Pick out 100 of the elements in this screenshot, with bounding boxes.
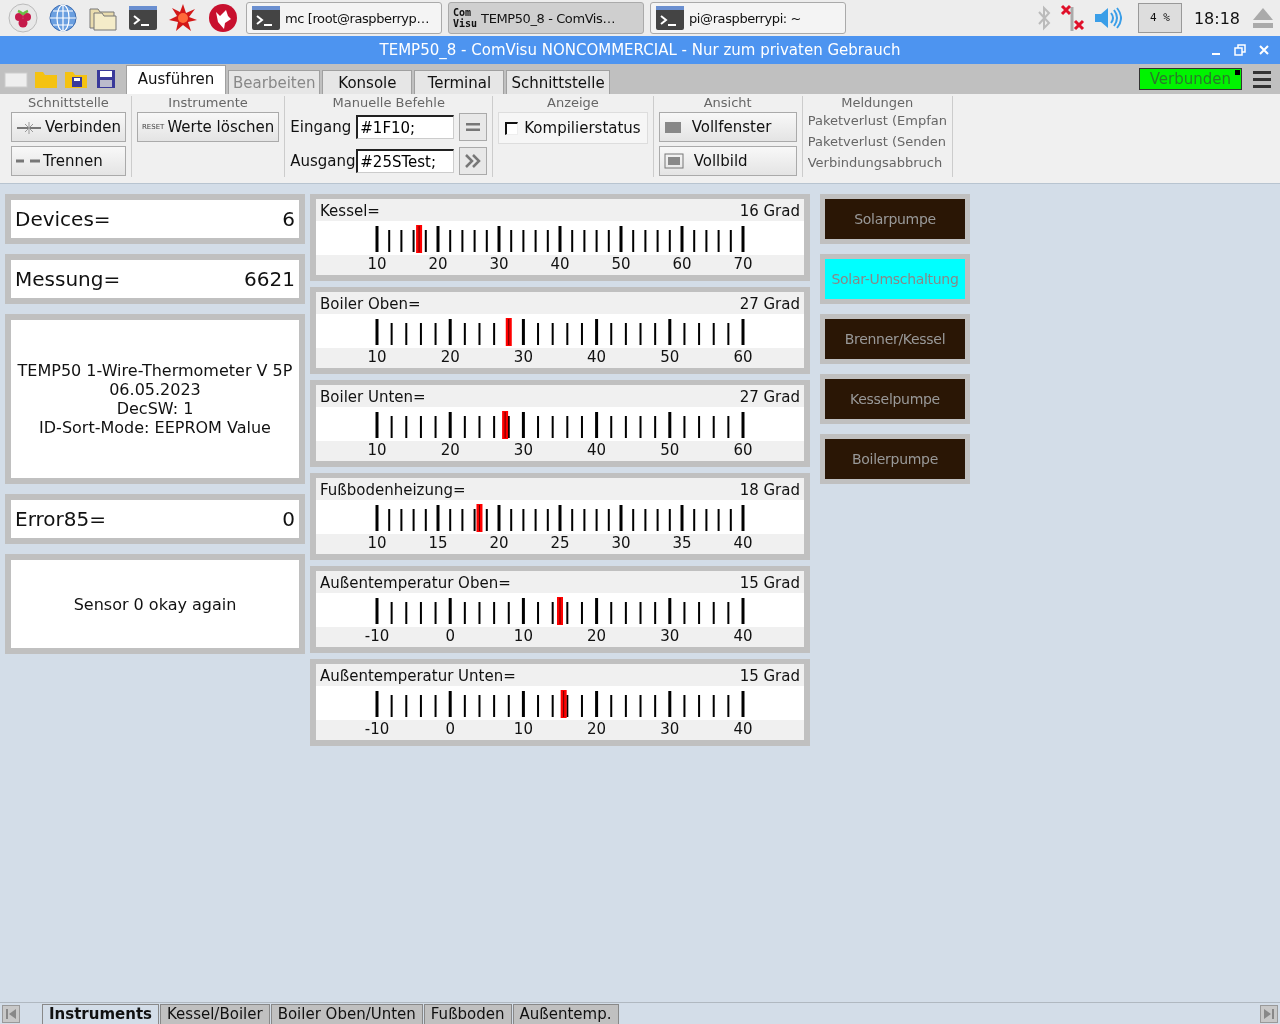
group-title: Manuelle Befehle <box>332 96 445 110</box>
info-text: 06.05.2023 <box>109 380 201 399</box>
panel-label: Devices= <box>15 207 111 231</box>
scale-label: 20 <box>587 627 607 645</box>
connection-status: Verbunden <box>1138 68 1242 90</box>
scale-label: 30 <box>513 348 533 366</box>
scale-label: 10 <box>367 534 387 552</box>
sheet-tab[interactable]: Boiler Oben/Unten <box>270 1004 423 1024</box>
eject-icon[interactable] <box>1252 6 1274 30</box>
ribbon-button[interactable]: Vollbild <box>658 146 797 176</box>
scale-label: 40 <box>733 534 753 552</box>
starburst-icon[interactable] <box>168 3 198 33</box>
scroll-right-icon[interactable] <box>1260 1004 1278 1023</box>
message-item: Verbindungsabbruch <box>807 154 944 172</box>
scale-label: 10 <box>367 348 387 366</box>
sheet-tab[interactable]: Fußboden <box>423 1004 512 1024</box>
gauge-reading: 15 Grad <box>739 574 800 592</box>
send-button[interactable] <box>459 147 488 175</box>
connect-icon <box>16 120 42 134</box>
scale-label: 35 <box>672 534 692 552</box>
panel-label: Messung= <box>15 267 121 291</box>
scale-label: 40 <box>587 348 607 366</box>
ribbon-button[interactable]: Vollfenster <box>658 112 797 142</box>
scale-label: 10 <box>513 720 533 738</box>
info-text: TEMP50 1-Wire-Thermometer V 5P <box>17 361 293 380</box>
gauge-name: Außentemperatur Unten= <box>320 667 516 685</box>
restore-icon[interactable] <box>1234 44 1246 56</box>
sheet-tab[interactable]: Außentemp. <box>512 1004 619 1024</box>
scale-label: 30 <box>660 720 680 738</box>
disconnect-icon <box>16 159 40 163</box>
raspberry-icon[interactable] <box>8 3 38 33</box>
gauge-name: Kessel= <box>320 202 380 220</box>
scale-label: 20 <box>440 348 460 366</box>
scale-label: 20 <box>587 720 607 738</box>
bluetooth-icon <box>1035 5 1052 31</box>
gauge-name: Außentemperatur Oben= <box>320 574 511 592</box>
ribbon-button[interactable]: Trennen <box>11 146 126 176</box>
output-button[interactable]: Brenner/Kessel <box>825 319 965 359</box>
terminal-icon[interactable] <box>128 3 158 33</box>
equals-icon <box>466 122 481 132</box>
wolf-logo-icon[interactable] <box>208 3 238 33</box>
scale-label: 15 <box>428 534 448 552</box>
tab[interactable]: Ausführen <box>126 65 226 94</box>
terminal-icon <box>655 4 685 32</box>
sheet-tab[interactable]: Kessel/Boiler <box>160 1004 270 1024</box>
scale-label: 50 <box>660 348 680 366</box>
gauge-reading: 15 Grad <box>739 667 800 685</box>
gauge-name: Boiler Unten= <box>320 388 426 406</box>
gauge-reading: 18 Grad <box>739 481 800 499</box>
save-icon[interactable] <box>94 69 118 89</box>
window-icon <box>663 120 682 134</box>
group-title: Meldungen <box>841 96 914 110</box>
equals-button[interactable] <box>459 113 488 141</box>
output-button[interactable]: Boilerpumpe <box>825 439 965 479</box>
fullscreen-icon <box>663 153 684 169</box>
scale-label: 20 <box>428 255 448 273</box>
terminal-icon <box>251 4 281 32</box>
scale-label: 30 <box>489 255 509 273</box>
menu-icon[interactable] <box>1252 69 1272 89</box>
checkbox[interactable] <box>505 121 519 135</box>
sheet-tab[interactable]: Instruments <box>42 1004 159 1024</box>
scale-label: 40 <box>733 720 753 738</box>
panel-value: 0 <box>282 507 295 531</box>
gauge-name: Fußbodenheizung= <box>320 481 466 499</box>
scale-label: 25 <box>550 534 570 552</box>
command-field[interactable]: #1F10; <box>356 115 455 139</box>
panel-label: Error85= <box>15 507 106 531</box>
scale-label: 70 <box>733 255 753 273</box>
scroll-left-icon[interactable] <box>2 1004 20 1023</box>
output-button[interactable]: Solarpumpe <box>825 199 965 239</box>
scale-label: 50 <box>660 441 680 459</box>
scale-label: 60 <box>733 348 753 366</box>
scale-label: 30 <box>611 534 631 552</box>
scale-label: 40 <box>733 627 753 645</box>
scale-label: 20 <box>440 441 460 459</box>
tab[interactable]: Schnittstelle <box>506 70 610 94</box>
close-icon[interactable] <box>1258 44 1270 56</box>
tab[interactable]: Konsole <box>322 70 413 94</box>
scale-label: 40 <box>587 441 607 459</box>
gauge-reading: 27 Grad <box>739 295 800 313</box>
folder-save-icon[interactable] <box>64 69 88 89</box>
scale-label: 20 <box>489 534 509 552</box>
globe-icon[interactable] <box>48 3 78 33</box>
scale-label: 40 <box>550 255 570 273</box>
double-chevron-icon <box>464 154 483 168</box>
group-title: Anzeige <box>547 96 599 110</box>
scale-label: 30 <box>513 441 533 459</box>
panel-value: 6 <box>282 207 295 231</box>
ribbon-button[interactable]: Verbinden <box>11 112 126 142</box>
window-title: TEMP50_8 - ComVisu NONCOMMERCIAL - Nur zum privaten Gebrauch <box>379 41 901 59</box>
gauge-reading: 16 Grad <box>739 202 800 220</box>
message-item: Paketverlust (Empfan <box>807 112 947 130</box>
output-button[interactable]: Kesselpumpe <box>825 379 965 419</box>
gauge-name: Boiler Oben= <box>320 295 421 313</box>
command-field[interactable]: #25STest; <box>356 149 455 173</box>
taskbar-button[interactable]: pi@raspberrypi: ~ <box>650 2 846 34</box>
gauge-reading: 27 Grad <box>739 388 800 406</box>
scale-label: 50 <box>611 255 631 273</box>
tab[interactable]: Terminal <box>414 70 505 94</box>
taskbar-button[interactable]: mc [root@raspberryp… <box>246 2 442 34</box>
